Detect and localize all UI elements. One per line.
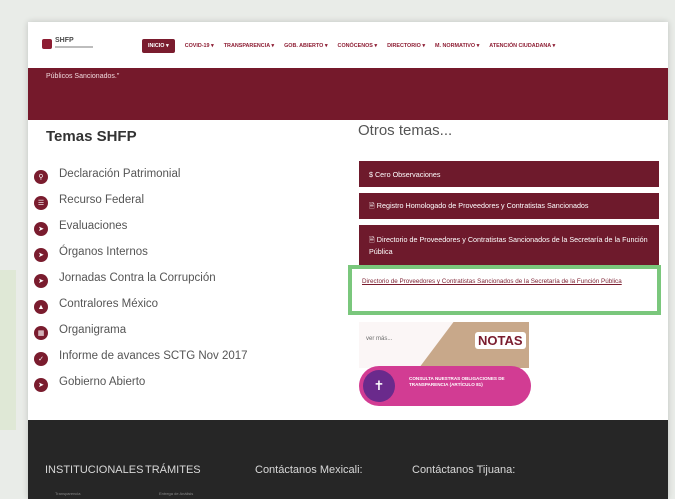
nav-atencion[interactable]: ATENCIÓN CIUDADANA ▾: [489, 43, 555, 49]
footer: INSTITUCIONALES TRÁMITES Contáctanos Mex…: [28, 420, 668, 499]
temas-item-label: Jornadas Contra la Corrupción: [59, 272, 216, 284]
nav-inicio[interactable]: INICIO ▾: [142, 39, 175, 53]
footer-link[interactable]: Entrega de Análisis: [159, 491, 193, 496]
person-icon: ▲: [34, 300, 48, 314]
nav-transparencia[interactable]: TRANSPARENCIA ▾: [224, 43, 274, 49]
transparencia-text: CONSULTA NUESTRAS OBLIGACIONES DE TRANSP…: [409, 376, 505, 388]
temas-item-organigrama[interactable]: ▦ Organigrama: [34, 320, 126, 340]
side-strip: [0, 270, 16, 430]
transparencia-banner[interactable]: ✝ CONSULTA NUESTRAS OBLIGACIONES DE TRAN…: [359, 366, 531, 406]
arrow-icon: ➤: [34, 248, 48, 262]
temas-item-label: Gobierno Abierto: [59, 376, 146, 388]
nav-directorio[interactable]: DIRECTORIO ▾: [387, 43, 425, 49]
footer-tramites[interactable]: TRÁMITES: [145, 464, 201, 476]
temas-item-label: Declaración Patrimonial: [59, 168, 181, 180]
nav-gob-abierto[interactable]: GOB. ABIERTO ▾: [284, 43, 327, 49]
temas-item-informe[interactable]: ✓ Informe de avances SCTG Nov 2017: [34, 346, 248, 366]
temas-item-label: Informe de avances SCTG Nov 2017: [59, 350, 248, 362]
search-icon: ⚲: [34, 170, 48, 184]
logo-mark-icon: [42, 39, 52, 49]
temas-item-label: Organigrama: [59, 324, 127, 336]
temas-item-jornadas[interactable]: ➤ Jornadas Contra la Corrupción: [34, 268, 216, 288]
temas-item-label: Órganos Internos: [59, 246, 148, 258]
hero-banner: Públicos Sancionados.": [28, 68, 668, 120]
logo-text: SHFP: [55, 37, 74, 44]
temas-item-evaluaciones[interactable]: ➤ Evaluaciones: [34, 216, 127, 236]
org-icon: ▦: [34, 326, 48, 340]
registro-homologado-button[interactable]: 🗎 Registro Homologado de Proveedores y C…: [359, 193, 659, 219]
arrow-icon: ➤: [34, 378, 48, 392]
banner-text: Públicos Sancionados.": [46, 73, 120, 80]
temas-item-label: Recurso Federal: [59, 194, 145, 206]
nav-normativo[interactable]: M. NORMATIVO ▾: [435, 43, 479, 49]
database-icon: ☰: [34, 196, 48, 210]
temas-item-label: Evaluaciones: [59, 220, 128, 232]
arrow-icon: ➤: [34, 274, 48, 288]
temas-item-organos[interactable]: ➤ Órganos Internos: [34, 242, 148, 262]
temas-title: Temas SHFP: [46, 128, 137, 145]
notas-banner[interactable]: ver más... NOTAS: [359, 322, 529, 368]
temas-item-recurso[interactable]: ☰ Recurso Federal: [34, 190, 144, 210]
directorio-proveedores-button[interactable]: 🗎 Directorio de Proveedores y Contratist…: [359, 225, 659, 265]
cero-observaciones-button[interactable]: $ Cero Observaciones: [359, 161, 659, 187]
footer-link[interactable]: Transparencia: [55, 491, 80, 496]
temas-item-declaracion[interactable]: ⚲ Declaración Patrimonial: [34, 164, 180, 184]
highlighted-link-box: Directorio de Proveedores y Contratistas…: [348, 265, 661, 315]
footer-institucionales[interactable]: INSTITUCIONALES: [45, 464, 143, 476]
transparencia-icon: ✝: [363, 370, 395, 402]
temas-item-gobierno-abierto[interactable]: ➤ Gobierno Abierto: [34, 372, 145, 392]
arrow-icon: ➤: [34, 222, 48, 236]
directorio-proveedores-link[interactable]: Directorio de Proveedores y Contratistas…: [362, 277, 652, 286]
navbar: SHFP INICIO ▾ COVID-19 ▾ TRANSPARENCIA ▾…: [28, 22, 668, 68]
notas-logo: NOTAS: [475, 332, 526, 349]
logo[interactable]: SHFP: [42, 36, 96, 54]
footer-contacto-mexicali: Contáctanos Mexicali:: [255, 464, 363, 476]
temas-item-label: Contralores México: [59, 298, 159, 310]
nav-covid[interactable]: COVID-19 ▾: [185, 43, 214, 49]
ver-mas-link[interactable]: ver más...: [366, 336, 392, 342]
temas-item-contralores[interactable]: ▲ Contralores México: [34, 294, 158, 314]
footer-contacto-tijuana: Contáctanos Tijuana:: [412, 464, 516, 476]
page: SHFP INICIO ▾ COVID-19 ▾ TRANSPARENCIA ▾…: [28, 22, 668, 499]
logo-subline: [55, 46, 93, 48]
nav-conocenos[interactable]: CONÓCENOS ▾: [338, 43, 378, 49]
main-nav: INICIO ▾ COVID-19 ▾ TRANSPARENCIA ▾ GOB.…: [142, 39, 555, 53]
otros-title: Otros temas...: [358, 122, 453, 139]
check-icon: ✓: [34, 352, 48, 366]
